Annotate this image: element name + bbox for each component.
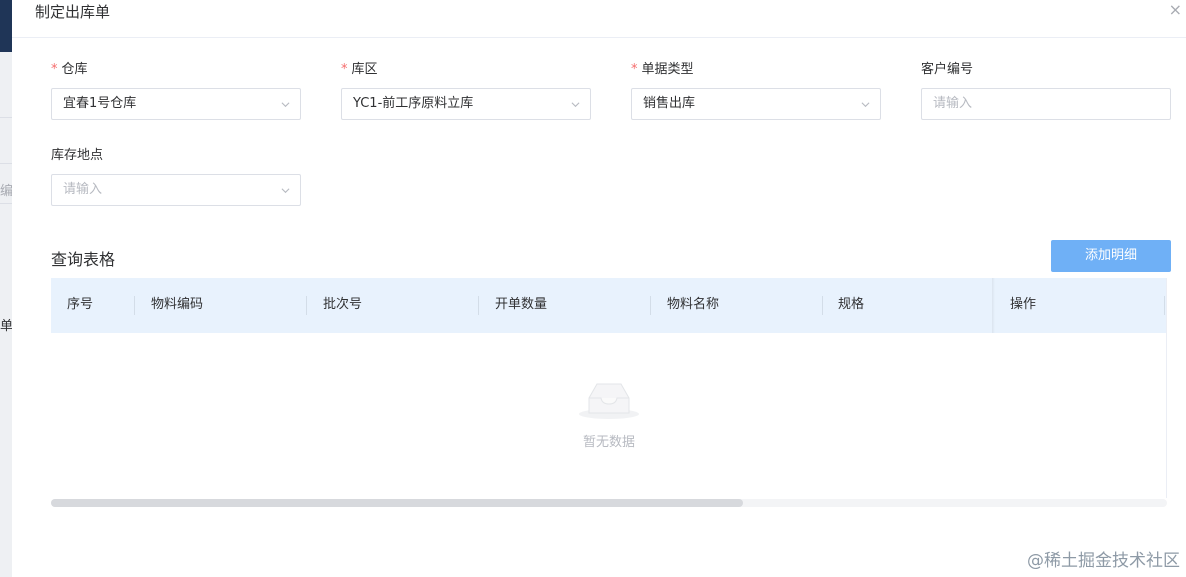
background-page: 编 单 bbox=[0, 0, 12, 577]
detail-table: 序号 物料编码 批次号 开单数量 物料名称 规格 操作 暂无数据 bbox=[51, 278, 1167, 510]
warehouse-select-value: 宜春1号仓库 bbox=[63, 96, 137, 111]
table-section-title: 查询表格 bbox=[51, 250, 116, 269]
zone-label: * 库区 bbox=[341, 62, 378, 77]
column-header-batch-no: 批次号 bbox=[323, 297, 363, 312]
background-text-fragment: 编 bbox=[0, 184, 12, 199]
column-header-spec: 规格 bbox=[838, 297, 865, 312]
customer-no-placeholder: 请输入 bbox=[933, 96, 973, 111]
form-item-zone: * 库区 YC1-前工序原料立库 bbox=[341, 61, 591, 120]
required-mark: * bbox=[51, 62, 58, 77]
zone-select[interactable]: YC1-前工序原料立库 bbox=[341, 88, 591, 120]
warehouse-label: * 仓库 bbox=[51, 62, 88, 77]
form-item-warehouse: * 仓库 宜春1号仓库 bbox=[51, 61, 301, 120]
empty-text: 暂无数据 bbox=[582, 435, 635, 450]
close-icon[interactable]: × bbox=[1169, 2, 1182, 18]
form-item-doc-type: * 单据类型 销售出库 bbox=[631, 61, 881, 120]
horizontal-scrollbar[interactable] bbox=[51, 499, 743, 507]
form-item-customer-no: 客户编号 请输入 bbox=[921, 61, 1171, 120]
dialog-header-divider bbox=[12, 37, 1186, 38]
customer-no-label: 客户编号 bbox=[921, 62, 974, 77]
column-header-index: 序号 bbox=[67, 297, 94, 312]
table-header: 序号 物料编码 批次号 开单数量 物料名称 规格 操作 bbox=[51, 278, 1167, 333]
form-item-location: 库存地点 请输入 bbox=[51, 147, 301, 206]
location-select-placeholder: 请输入 bbox=[63, 182, 103, 197]
location-label: 库存地点 bbox=[51, 148, 104, 163]
chevron-down-icon bbox=[861, 102, 870, 108]
warehouse-select[interactable]: 宜春1号仓库 bbox=[51, 88, 301, 120]
chevron-down-icon bbox=[281, 102, 290, 108]
column-header-material-name: 物料名称 bbox=[667, 297, 720, 312]
doc-type-label: * 单据类型 bbox=[631, 62, 694, 77]
create-outbound-dialog: 制定出库单 × * 仓库 宜春1号仓库 * 库区 YC1-前工序原料立库 * 单据类型… bbox=[12, 0, 1186, 577]
column-header-actions: 操作 bbox=[1010, 297, 1037, 312]
location-select[interactable]: 请输入 bbox=[51, 174, 301, 206]
zone-select-value: YC1-前工序原料立库 bbox=[353, 96, 474, 111]
empty-inbox-icon bbox=[579, 383, 639, 419]
watermark: @稀土掘金技术社区 bbox=[1027, 551, 1180, 571]
doc-type-select-value: 销售出库 bbox=[643, 96, 696, 111]
doc-type-select[interactable]: 销售出库 bbox=[631, 88, 881, 120]
dialog-title: 制定出库单 bbox=[35, 3, 111, 21]
background-text-fragment: 单 bbox=[0, 319, 12, 334]
customer-no-input[interactable]: 请输入 bbox=[921, 88, 1171, 120]
required-mark: * bbox=[341, 62, 348, 77]
column-header-material-code: 物料编码 bbox=[151, 297, 204, 312]
chevron-down-icon bbox=[571, 102, 580, 108]
column-header-order-quantity: 开单数量 bbox=[495, 297, 548, 312]
required-mark: * bbox=[631, 62, 638, 77]
chevron-down-icon bbox=[281, 188, 290, 194]
add-detail-button[interactable]: 添加明细 bbox=[1051, 240, 1171, 272]
